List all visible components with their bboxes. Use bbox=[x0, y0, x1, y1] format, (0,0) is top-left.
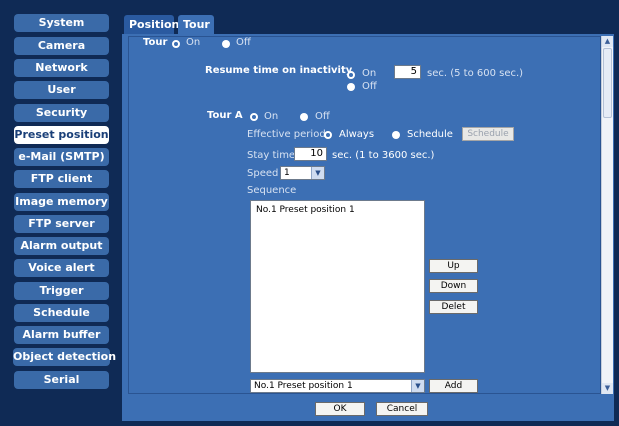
stay-time-label: Stay time bbox=[247, 150, 296, 161]
sidebar-item-ftp-server[interactable]: FTP server bbox=[14, 215, 109, 233]
sidebar-item-user[interactable]: User bbox=[14, 81, 109, 99]
preset-select-value: No.1 Preset position 1 bbox=[254, 381, 353, 391]
resume-time-input[interactable]: 5 bbox=[394, 65, 421, 79]
sidebar-item-alarm-buffer[interactable]: Alarm buffer bbox=[14, 326, 109, 344]
sidebar-item-object-detection[interactable]: Object detection bbox=[13, 348, 116, 366]
scroll-up-icon[interactable]: ▲ bbox=[602, 36, 613, 47]
tour-a-off-radio[interactable] bbox=[300, 113, 308, 121]
add-button[interactable]: Add bbox=[429, 379, 478, 393]
tour-off-label: Off bbox=[236, 37, 251, 48]
resume-on-label: On bbox=[362, 68, 377, 79]
sidebar-item-system[interactable]: System bbox=[14, 14, 109, 32]
sidebar-item-schedule[interactable]: Schedule bbox=[14, 304, 109, 322]
sequence-label: Sequence bbox=[247, 185, 297, 196]
resume-off-label: Off bbox=[362, 81, 377, 92]
chevron-down-icon: ▼ bbox=[311, 167, 324, 179]
speed-select[interactable]: 1 ▼ bbox=[280, 166, 325, 180]
resume-label: Resume time on inactivity bbox=[205, 65, 353, 76]
sidebar-item-ftp-client[interactable]: FTP client bbox=[14, 170, 109, 188]
vertical-scrollbar[interactable]: ▲ ▼ bbox=[601, 36, 613, 394]
app-window: System Camera Network User Security Pres… bbox=[0, 0, 619, 426]
stay-time-input[interactable]: 10 bbox=[294, 147, 327, 161]
up-button[interactable]: Up bbox=[429, 259, 478, 273]
tour-a-off-label: Off bbox=[315, 111, 330, 122]
tab-tour[interactable]: Tour bbox=[178, 15, 214, 34]
sidebar-item-security[interactable]: Security bbox=[14, 104, 109, 122]
tour-label: Tour bbox=[143, 37, 168, 48]
speed-select-value: 1 bbox=[284, 168, 290, 178]
sidebar-item-image-memory[interactable]: Image memory bbox=[14, 193, 109, 211]
tour-on-label: On bbox=[186, 37, 201, 48]
tour-off-radio[interactable] bbox=[222, 40, 230, 48]
stay-time-unit-label: sec. (1 to 3600 sec.) bbox=[332, 150, 435, 161]
sidebar-item-voice-alert[interactable]: Voice alert bbox=[14, 259, 109, 277]
sidebar-item-alarm-output[interactable]: Alarm output bbox=[14, 237, 109, 255]
sidebar-item-trigger[interactable]: Trigger bbox=[14, 282, 109, 300]
period-schedule-label: Schedule bbox=[407, 129, 453, 140]
sidebar-item-camera[interactable]: Camera bbox=[14, 37, 109, 55]
tab-position[interactable]: Position bbox=[124, 15, 179, 34]
scroll-down-icon[interactable]: ▼ bbox=[602, 383, 613, 394]
down-button[interactable]: Down bbox=[429, 279, 478, 293]
resume-on-radio[interactable] bbox=[347, 71, 355, 79]
tour-a-on-label: On bbox=[264, 111, 279, 122]
effective-period-label: Effective period bbox=[247, 129, 326, 140]
period-always-label: Always bbox=[339, 129, 375, 140]
tour-a-on-radio[interactable] bbox=[250, 113, 258, 121]
tour-on-radio[interactable] bbox=[172, 40, 180, 48]
resume-unit-label: sec. (5 to 600 sec.) bbox=[427, 68, 524, 79]
tour-a-label: Tour A bbox=[207, 110, 243, 121]
list-item[interactable]: No.1 Preset position 1 bbox=[256, 205, 355, 215]
resume-off-radio[interactable] bbox=[347, 83, 355, 91]
scrollbar-thumb[interactable] bbox=[603, 48, 612, 118]
preset-select[interactable]: No.1 Preset position 1 ▼ bbox=[250, 379, 425, 393]
period-always-radio[interactable] bbox=[324, 131, 332, 139]
cancel-button[interactable]: Cancel bbox=[376, 402, 428, 416]
period-schedule-radio[interactable] bbox=[392, 131, 400, 139]
chevron-down-icon: ▼ bbox=[411, 380, 424, 392]
ok-button[interactable]: OK bbox=[315, 402, 365, 416]
sidebar-item-preset-position[interactable]: Preset position bbox=[14, 126, 109, 144]
sidebar-item-serial[interactable]: Serial bbox=[14, 371, 109, 389]
speed-label: Speed bbox=[247, 168, 279, 179]
sidebar-item-network[interactable]: Network bbox=[14, 59, 109, 77]
sidebar-item-email-smtp[interactable]: e-Mail (SMTP) bbox=[14, 148, 109, 166]
schedule-button[interactable]: Schedule bbox=[462, 127, 514, 141]
delete-button[interactable]: Delet bbox=[429, 300, 478, 314]
sequence-list[interactable]: No.1 Preset position 1 bbox=[250, 200, 425, 373]
